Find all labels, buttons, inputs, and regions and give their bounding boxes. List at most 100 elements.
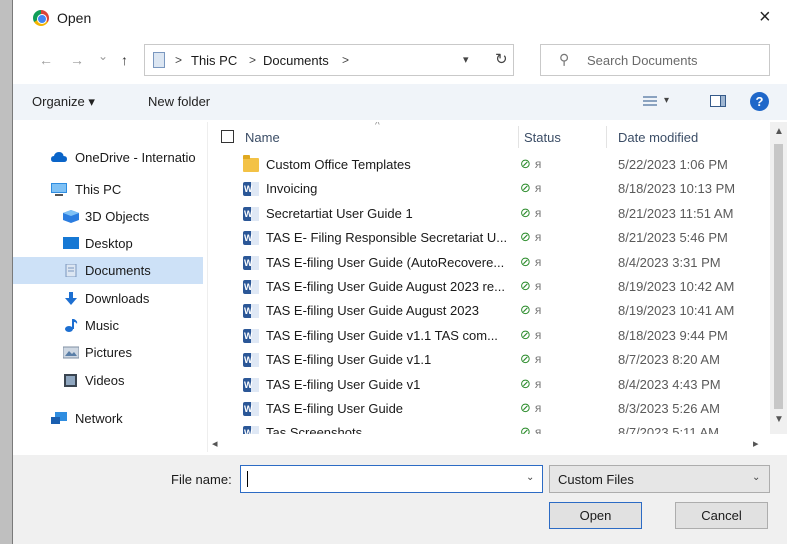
sidebar-item-network[interactable]: Network — [13, 405, 203, 432]
breadcrumb-this-pc[interactable]: This PC — [191, 53, 237, 68]
sidebar-item-desktop[interactable]: Desktop — [13, 230, 203, 257]
file-row[interactable]: TAS E-filing User Guide August 2023 re..… — [213, 275, 769, 299]
shared-person-icon: ᴙ — [534, 157, 542, 171]
recent-locations-chevron-icon[interactable]: ⌄ — [98, 49, 108, 63]
file-name: Invoicing — [266, 181, 318, 197]
vertical-scrollbar[interactable]: ▲ ▼ — [770, 122, 787, 434]
word-document-icon — [243, 328, 259, 343]
cube-icon — [63, 210, 79, 223]
desktop-icon — [63, 237, 79, 249]
file-row[interactable]: Tas Screenshots ⊘ᴙ 8/7/2023 5:11 AM — [213, 421, 769, 434]
word-document-icon — [243, 377, 259, 392]
file-name: Tas Screenshots — [266, 425, 363, 434]
sync-status: ⊘ ᴙ — [520, 400, 541, 416]
sidebar-item-videos[interactable]: Videos — [13, 367, 203, 394]
scroll-left-icon[interactable]: ◂ — [212, 437, 218, 450]
file-name: TAS E- Filing Responsible Secretariat U.… — [266, 230, 508, 246]
shared-person-icon: ᴙ — [534, 230, 542, 245]
open-button[interactable]: Open — [549, 502, 642, 529]
search-placeholder: Search Documents — [587, 53, 698, 68]
organize-button[interactable]: Organize ▾ — [32, 94, 95, 110]
file-row[interactable]: TAS E-filing User Guide ⊘ᴙ 8/3/2023 5:26 A… — [213, 397, 769, 421]
file-row[interactable]: TAS E- Filing Responsible Secretariat U.… — [213, 226, 769, 250]
shared-person-icon: ᴙ — [534, 254, 542, 269]
horizontal-scrollbar[interactable]: ◂ ▸ — [208, 436, 770, 452]
shared-person-icon: ᴙ — [534, 205, 542, 220]
word-document-icon — [243, 182, 259, 197]
title-bar: Open × — [13, 0, 787, 34]
sidebar-item-this-pc[interactable]: This PC — [13, 176, 203, 203]
file-row[interactable]: Invoicing ⊘ᴙ 8/18/2023 10:13 PM — [213, 177, 769, 201]
navigation-pane: OneDrive - Internatio This PC 3D Objects… — [13, 122, 208, 452]
sidebar-item-label: Videos — [85, 373, 125, 388]
sidebar-item-onedrive[interactable]: OneDrive - Internatio — [13, 144, 203, 171]
file-name-dropdown-icon[interactable]: ⌄ — [526, 472, 534, 483]
file-name-input[interactable]: ⌄ — [240, 465, 543, 493]
sync-status: ⊘ ᴙ — [520, 229, 541, 245]
refresh-icon[interactable]: ↻ — [495, 50, 508, 68]
word-document-icon — [243, 402, 259, 416]
new-folder-button[interactable]: New folder — [148, 94, 210, 109]
shared-person-icon: ᴙ — [534, 401, 542, 415]
file-type-value: Custom Files — [558, 472, 634, 487]
music-icon — [65, 319, 78, 332]
sidebar-item-pictures[interactable]: Pictures — [13, 339, 203, 366]
address-bar[interactable]: > This PC > Documents > ▾ ↻ — [144, 44, 514, 76]
sidebar-item-label: OneDrive - Internatio — [75, 150, 196, 165]
chrome-icon — [33, 10, 49, 26]
scroll-down-icon[interactable]: ▼ — [774, 414, 784, 425]
file-name-bar: File name: ⌄ Custom Files ⌄ Open Cancel — [13, 455, 787, 544]
sidebar-item-label: Documents — [85, 263, 151, 278]
sidebar-item-music[interactable]: Music — [13, 312, 203, 339]
word-document-icon — [243, 304, 259, 319]
file-row[interactable]: TAS E-filing User Guide August 2023 ⊘ᴙ 8/1… — [213, 299, 769, 323]
close-button[interactable]: × — [759, 6, 771, 29]
cancel-button[interactable]: Cancel — [675, 502, 768, 529]
file-row[interactable]: TAS E-filing User Guide v1 ⊘ᴙ 8/4/2023 4:4… — [213, 373, 769, 397]
select-all-checkbox[interactable] — [221, 130, 234, 143]
file-row[interactable]: TAS E-filing User Guide v1.1 TAS com... ⊘… — [213, 324, 769, 348]
synced-check-icon: ⊘ — [520, 400, 531, 415]
up-arrow-icon[interactable]: ↑ — [121, 52, 128, 68]
synced-check-icon: ⊘ — [520, 278, 531, 293]
word-document-icon — [243, 280, 259, 294]
background-window-edge — [0, 0, 13, 544]
sidebar-item-documents[interactable]: Documents — [13, 257, 203, 284]
file-row[interactable]: TAS E-filing User Guide v1.1 ⊘ᴙ 8/7/2023 8… — [213, 348, 769, 372]
view-options-icon[interactable] — [643, 96, 657, 107]
sidebar-item-label: Network — [75, 411, 123, 426]
column-header-date-modified[interactable]: Date modified — [618, 130, 698, 145]
sync-status: ⊘ ᴙ — [520, 254, 541, 270]
file-row[interactable]: Secretartiat User Guide 1 ⊘ᴙ 8/21/2023 11:… — [213, 202, 769, 226]
column-header-name[interactable]: Name — [245, 130, 280, 145]
breadcrumb-separator: > — [249, 53, 257, 67]
sync-status: ⊘ ᴙ — [520, 302, 541, 318]
scroll-up-icon[interactable]: ▲ — [774, 126, 784, 137]
file-row[interactable]: Custom Office Templates ⊘ ᴙ 5/22/2023 1:06 … — [213, 153, 769, 177]
back-arrow-icon[interactable]: ← — [39, 52, 53, 68]
scroll-right-icon[interactable]: ▸ — [753, 437, 759, 450]
synced-check-icon: ⊘ — [520, 375, 531, 391]
sidebar-item-label: 3D Objects — [85, 209, 150, 224]
breadcrumb-documents[interactable]: Documents — [263, 53, 329, 68]
sidebar-item-3d-objects[interactable]: 3D Objects — [13, 203, 203, 230]
address-dropdown-icon[interactable]: ▾ — [463, 53, 469, 66]
file-date-modified: 8/21/2023 5:46 PM — [618, 230, 728, 246]
search-box[interactable]: ⚲ Search Documents — [540, 44, 770, 76]
column-header-status[interactable]: Status — [524, 130, 561, 145]
help-icon[interactable]: ? — [750, 92, 769, 111]
sidebar-item-label: Music — [85, 318, 119, 333]
file-date-modified: 8/4/2023 3:31 PM — [618, 254, 721, 270]
scrollbar-thumb[interactable] — [774, 144, 783, 409]
synced-check-icon: ⊘ — [520, 424, 531, 434]
forward-arrow-icon[interactable]: → — [70, 52, 84, 68]
file-row[interactable]: TAS E-filing User Guide (AutoRecovere...… — [213, 251, 769, 275]
command-bar: Organize ▾ New folder ▾ ? — [13, 84, 787, 120]
preview-pane-icon[interactable] — [710, 95, 726, 107]
file-date-modified: 8/3/2023 5:26 AM — [618, 401, 720, 416]
breadcrumb-separator[interactable]: > — [342, 53, 349, 67]
view-dropdown-icon[interactable]: ▾ — [664, 95, 669, 106]
cloud-icon — [51, 152, 67, 162]
sidebar-item-downloads[interactable]: Downloads — [13, 285, 203, 312]
file-type-select[interactable]: Custom Files ⌄ — [549, 465, 770, 493]
